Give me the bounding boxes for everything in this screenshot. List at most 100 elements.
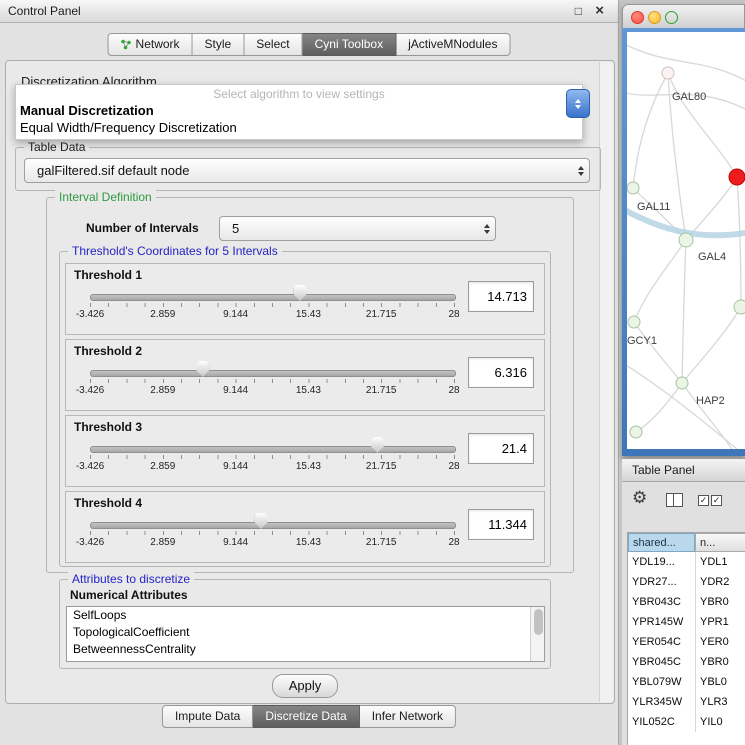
network-canvas[interactable]: GAL80GAL11GAL4GCY1HAP2 — [627, 32, 745, 449]
table-cell[interactable]: YLR345W — [628, 692, 695, 712]
network-node-pink[interactable] — [662, 67, 674, 79]
list-scrollbar[interactable] — [530, 607, 544, 661]
number-of-intervals-combobox[interactable]: 5 — [219, 216, 496, 241]
tick-label: 9.144 — [223, 309, 248, 320]
table-row[interactable]: YPR145WYPR1 — [628, 612, 745, 632]
threshold-value-field[interactable]: 14.713 — [468, 281, 534, 312]
table-cell[interactable]: YLR3 — [695, 692, 745, 712]
columns-icon[interactable] — [666, 493, 683, 507]
tab-label: Network — [136, 37, 180, 52]
attribute-item-betweennesscentrality[interactable]: BetweennessCentrality — [67, 641, 544, 658]
network-node-green[interactable] — [628, 316, 640, 328]
network-node-red[interactable] — [729, 169, 745, 185]
column-header-name[interactable]: n... — [695, 533, 745, 552]
stepper-down-icon — [575, 105, 581, 109]
table-cell[interactable]: YIL052C — [628, 712, 695, 732]
table-cell[interactable]: YPR1 — [695, 612, 745, 632]
network-node-green[interactable] — [676, 377, 688, 389]
table-panel-title: Table Panel — [632, 463, 695, 477]
tab-cyni-toolbox[interactable]: Cyni Toolbox — [303, 33, 396, 56]
table-row[interactable]: YDR27...YDR2 — [628, 572, 745, 592]
threshold-value-field[interactable]: 21.4 — [468, 433, 534, 464]
table-cell[interactable]: YBR045C — [628, 652, 695, 672]
tab-infer-network[interactable]: Infer Network — [360, 705, 456, 728]
stepper-up-icon — [575, 99, 581, 103]
zoom-button[interactable] — [665, 11, 678, 24]
table-row[interactable]: YBL079WYBL0 — [628, 672, 745, 692]
attribute-item-selfloops[interactable]: SelfLoops — [67, 607, 544, 624]
threshold-slider-track[interactable] — [90, 370, 456, 377]
threshold-value-field[interactable]: 6.316 — [468, 357, 534, 388]
number-of-intervals-value: 5 — [220, 221, 479, 236]
threshold-value-field[interactable]: 11.344 — [468, 509, 534, 540]
tab-label: Cyni Toolbox — [315, 37, 383, 52]
float-window-icon[interactable]: □ — [575, 4, 582, 18]
tick-label: 9.144 — [223, 537, 248, 548]
tick-label: 2.859 — [150, 309, 175, 320]
table-panel-toolbar: ⚙ ✓ ✓ — [622, 482, 745, 526]
table-cell[interactable]: YDL19... — [628, 552, 695, 572]
gear-icon[interactable]: ⚙ — [632, 488, 647, 508]
tab-network[interactable]: Network — [108, 33, 193, 56]
table-row[interactable]: YBR045CYBR0 — [628, 652, 745, 672]
close-button[interactable] — [631, 11, 644, 24]
table-cell[interactable]: YBR0 — [695, 592, 745, 612]
minimize-button[interactable] — [648, 11, 661, 24]
tick-label: -3.426 — [76, 537, 104, 548]
tab-discretize-data[interactable]: Discretize Data — [253, 705, 359, 728]
algorithm-option-equal-width-frequency-discretization[interactable]: Equal Width/Frequency Discretization — [16, 119, 582, 136]
table-cell[interactable]: YBR0 — [695, 652, 745, 672]
table-cell[interactable]: YDR27... — [628, 572, 695, 592]
combo-stepper-icon[interactable] — [573, 166, 589, 176]
node-attribute-table: shared... n... YDL19...YDL1YDR27...YDR2Y… — [627, 532, 745, 745]
table-cell[interactable]: YER0 — [695, 632, 745, 652]
network-node-label: GAL80 — [672, 91, 706, 103]
table-cell[interactable]: YPR145W — [628, 612, 695, 632]
tab-select[interactable]: Select — [244, 33, 302, 56]
control-panel-title: Control Panel — [8, 4, 81, 18]
tick-label: 2.859 — [150, 385, 175, 396]
table-row[interactable]: YIL052CYIL0 — [628, 712, 745, 732]
tab-jactivemnodules[interactable]: jActiveMNodules — [396, 33, 510, 56]
table-row[interactable]: YBR043CYBR0 — [628, 592, 745, 612]
tick-label: 15.43 — [296, 385, 321, 396]
threshold-slider-track[interactable] — [90, 446, 456, 453]
table-data-group: Table Data galFiltered.sif default node — [15, 147, 601, 191]
table-cell[interactable]: YIL0 — [695, 712, 745, 732]
close-icon[interactable]: × — [595, 2, 604, 19]
table-panel-titlebar: Table Panel — [622, 458, 745, 482]
threshold-slider-track[interactable] — [90, 294, 456, 301]
column-header-shared-name[interactable]: shared... — [628, 533, 695, 552]
tick-label: -3.426 — [76, 385, 104, 396]
algorithm-combo-stepper[interactable] — [566, 89, 590, 118]
threshold-row-4: Threshold 4-3.4262.8599.14415.4321.71528… — [65, 491, 545, 563]
network-node-green[interactable] — [679, 233, 693, 247]
tab-impute-data[interactable]: Impute Data — [162, 705, 253, 728]
table-row[interactable]: YDL19...YDL1 — [628, 552, 745, 572]
apply-button[interactable]: Apply — [272, 674, 338, 698]
select-none-checkbox-icon[interactable]: ✓ — [711, 495, 722, 506]
select-all-checkbox-icon[interactable]: ✓ — [698, 495, 709, 506]
vertical-scrollbar[interactable] — [599, 62, 613, 702]
combo-stepper-icon[interactable] — [479, 224, 495, 234]
table-cell[interactable]: YBL0 — [695, 672, 745, 692]
threshold-slider-track[interactable] — [90, 522, 456, 529]
table-data-value: galFiltered.sif default node — [25, 163, 573, 178]
network-node-green[interactable] — [627, 182, 639, 194]
network-node-green[interactable] — [734, 300, 745, 314]
table-row[interactable]: YER054CYER0 — [628, 632, 745, 652]
table-cell[interactable]: YBR043C — [628, 592, 695, 612]
list-scrollbar-thumb[interactable] — [534, 609, 543, 635]
numerical-attributes-list[interactable]: SelfLoopsTopologicalCoefficientBetweenne… — [66, 606, 545, 662]
table-cell[interactable]: YER054C — [628, 632, 695, 652]
table-data-combobox[interactable]: galFiltered.sif default node — [24, 158, 590, 183]
table-cell[interactable]: YDR2 — [695, 572, 745, 592]
network-node-green[interactable] — [630, 426, 642, 438]
attribute-item-topologicalcoefficient[interactable]: TopologicalCoefficient — [67, 624, 544, 641]
table-data-group-label: Table Data — [24, 140, 89, 154]
tab-style[interactable]: Style — [193, 33, 245, 56]
table-row[interactable]: YLR345WYLR3 — [628, 692, 745, 712]
table-cell[interactable]: YBL079W — [628, 672, 695, 692]
table-cell[interactable]: YDL1 — [695, 552, 745, 572]
algorithm-option-manual-discretization[interactable]: Manual Discretization — [16, 102, 582, 119]
